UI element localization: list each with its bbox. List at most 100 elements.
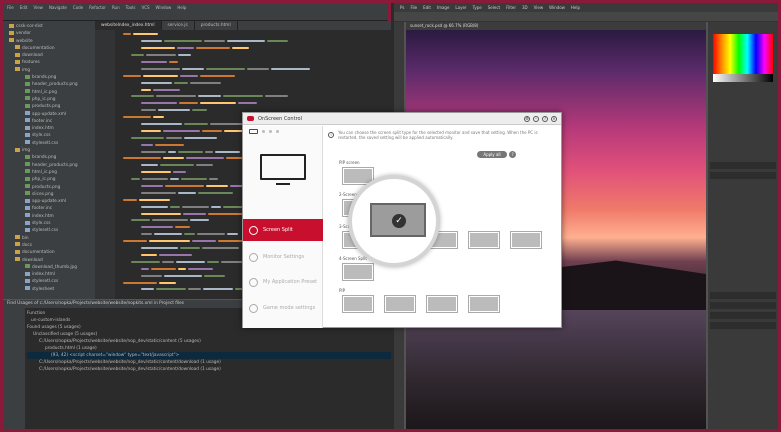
find-usage-row[interactable]: C:/Users/nopka/Projects/website/website/…: [27, 338, 391, 345]
layout-option[interactable]: [468, 295, 500, 313]
ps-menu-item[interactable]: View: [534, 5, 544, 10]
panel-row[interactable]: [710, 322, 776, 329]
find-usage-row[interactable]: Unclassified usage (5 usages): [27, 331, 391, 338]
settings-icon[interactable]: ⚙: [524, 116, 530, 122]
close-icon[interactable]: ×: [551, 116, 557, 122]
sidebar-item[interactable]: Screen Split: [243, 219, 323, 241]
document-tab[interactable]: sunset_rock.psd @ 66.7% (RGB/8): [406, 22, 706, 30]
tree-item[interactable]: stylesheet: [3, 286, 95, 293]
tree-item[interactable]: download_thumb.jpg: [3, 264, 95, 271]
ide-menu-item[interactable]: Edit: [20, 5, 28, 10]
help-icon[interactable]: ?: [542, 116, 548, 122]
ps-menu-item[interactable]: Layer: [455, 5, 466, 10]
help-button[interactable]: ?: [509, 151, 516, 158]
layout-option[interactable]: [342, 295, 374, 313]
tree-item[interactable]: stylesetl.css: [3, 278, 95, 285]
tree-item[interactable]: app-update.xml: [3, 111, 95, 118]
ps-menu-item[interactable]: Image: [437, 5, 450, 10]
monitor-icon[interactable]: [249, 128, 258, 134]
tree-item[interactable]: features: [3, 59, 95, 66]
tree-item[interactable]: html_ic.png: [3, 89, 95, 96]
panel-row[interactable]: [710, 172, 776, 179]
tree-item[interactable]: slices.png: [3, 191, 95, 198]
ide-menu-item[interactable]: File: [7, 5, 14, 10]
panel-row[interactable]: [710, 302, 776, 309]
ps-menu-item[interactable]: Ps: [400, 5, 404, 10]
apply-all-button[interactable]: Apply all: [477, 151, 507, 158]
editor-tab[interactable]: service.js: [162, 21, 195, 30]
ps-menu-item[interactable]: Window: [549, 5, 565, 10]
tree-item[interactable]: stylesetl.css: [3, 227, 95, 234]
monitor-selector[interactable]: [243, 126, 322, 136]
tree-item[interactable]: style.css: [3, 220, 95, 227]
ide-menu-item[interactable]: Help: [177, 5, 186, 10]
panel-row[interactable]: [710, 312, 776, 319]
tree-item-label: stylesetl.css: [32, 228, 59, 234]
project-tree[interactable]: cssk-cor-dist vendor website documentation d…: [3, 21, 95, 299]
sidebar-item[interactable]: Monitor Settings: [243, 246, 323, 268]
ps-menu-item[interactable]: Type: [473, 5, 482, 10]
ps-menu-item[interactable]: 3D: [522, 5, 528, 10]
tree-item[interactable]: index.html: [3, 271, 95, 278]
find-usage-row[interactable]: (93, 42) <script charset="window" type="…: [27, 352, 391, 359]
ide-menu-item[interactable]: Code: [73, 5, 83, 10]
ps-menu-item[interactable]: Help: [571, 5, 580, 10]
ide-menu-item[interactable]: View: [33, 5, 43, 10]
ps-menu-item[interactable]: Select: [488, 5, 500, 10]
panel-row[interactable]: [710, 292, 776, 299]
ide-menu-item[interactable]: Window: [156, 5, 172, 10]
find-usage-row[interactable]: products.html (1 usage): [27, 345, 391, 352]
selected-layout-preview[interactable]: ✓: [370, 203, 426, 237]
tree-item[interactable]: header_products.png: [3, 162, 95, 169]
tree-item[interactable]: html_ic.png: [3, 169, 95, 176]
tree-item[interactable]: stylesetl.css: [3, 140, 95, 147]
tree-item[interactable]: website: [3, 38, 95, 45]
ps-menu-item[interactable]: Edit: [423, 5, 431, 10]
tree-item[interactable]: bin: [3, 235, 95, 242]
tree-item[interactable]: documentation: [3, 45, 95, 52]
tree-item[interactable]: php_ic.png: [3, 96, 95, 103]
tree-item[interactable]: download: [3, 257, 95, 264]
tree-item[interactable]: footer.inc: [3, 118, 95, 125]
tree-item[interactable]: download: [3, 52, 95, 59]
find-usage-row[interactable]: C:/Users/nopka/Projects/website/website/…: [27, 366, 391, 373]
tree-item[interactable]: brands.png: [3, 74, 95, 81]
ide-menu-item[interactable]: Navigate: [49, 5, 67, 10]
find-usage-row[interactable]: C:/Users/nopka/Projects/website/website/…: [27, 359, 391, 366]
ps-menu-item[interactable]: Filter: [506, 5, 516, 10]
tree-item[interactable]: cssk-cor-dist: [3, 23, 95, 30]
tree-item[interactable]: index.htm: [3, 125, 95, 132]
layout-option[interactable]: [342, 263, 374, 281]
tree-item[interactable]: img: [3, 147, 95, 154]
swatches-panel[interactable]: [713, 34, 773, 74]
tree-item[interactable]: products.png: [3, 103, 95, 110]
tree-item[interactable]: app-update.xml: [3, 198, 95, 205]
editor-tab[interactable]: websiteIndex_index.html: [95, 21, 162, 30]
ps-menu-item[interactable]: File: [410, 5, 417, 10]
ide-menu-item[interactable]: Run: [112, 5, 120, 10]
tree-item[interactable]: php_ic.png: [3, 176, 95, 183]
grey-swatches[interactable]: [713, 74, 773, 82]
tree-item[interactable]: style.css: [3, 132, 95, 139]
panel-row[interactable]: [710, 162, 776, 169]
tree-item[interactable]: documentation: [3, 249, 95, 256]
tree-item[interactable]: footer.inc: [3, 205, 95, 212]
tree-item[interactable]: vendor: [3, 30, 95, 37]
sidebar-item[interactable]: Game mode settings: [243, 297, 323, 319]
ide-menu-item[interactable]: VCS: [141, 5, 149, 10]
minimize-icon[interactable]: –: [533, 116, 539, 122]
ide-menu-item[interactable]: Tools: [126, 5, 136, 10]
tree-item[interactable]: products.png: [3, 184, 95, 191]
editor-tab[interactable]: products.html: [195, 21, 238, 30]
ide-menu-item[interactable]: Refactor: [89, 5, 106, 10]
sidebar-item[interactable]: My Application Preset: [243, 271, 323, 293]
layout-option[interactable]: [426, 295, 458, 313]
tree-item[interactable]: header_products.png: [3, 81, 95, 88]
tree-item[interactable]: index.htm: [3, 213, 95, 220]
tree-item[interactable]: brands.png: [3, 154, 95, 161]
layout-option[interactable]: [468, 231, 500, 249]
layout-option[interactable]: [384, 295, 416, 313]
layout-option[interactable]: [510, 231, 542, 249]
tree-item[interactable]: img: [3, 67, 95, 74]
tree-item[interactable]: docs: [3, 242, 95, 249]
